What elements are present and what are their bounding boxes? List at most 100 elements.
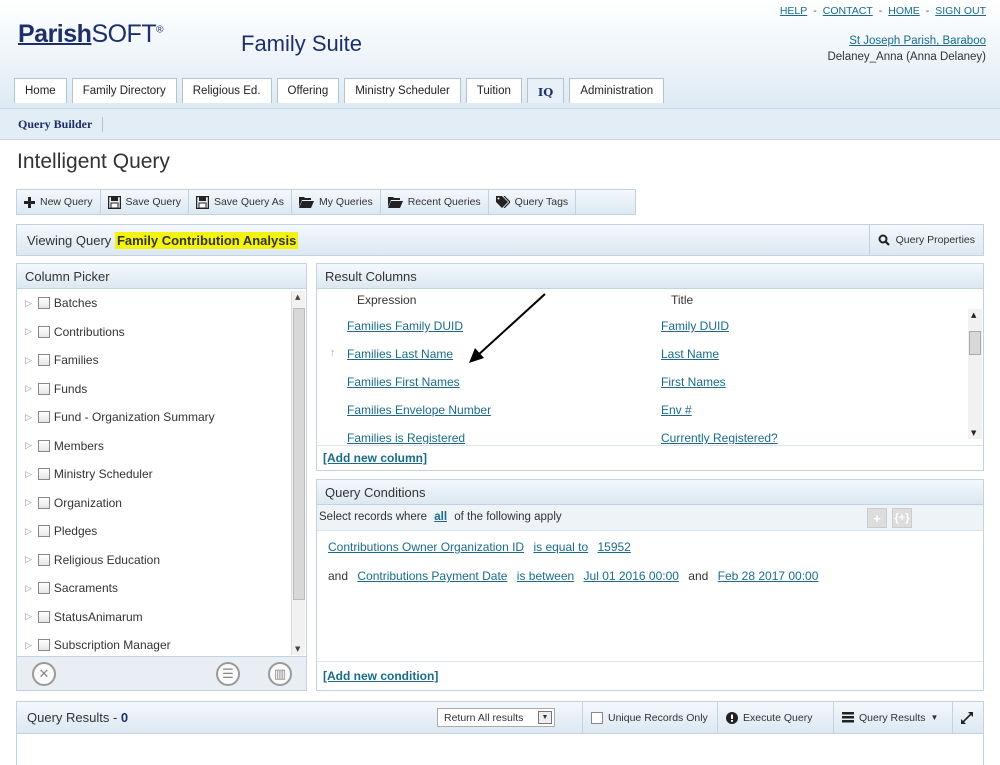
query-results-menu-button[interactable]: Query Results ▼ xyxy=(833,702,946,733)
picker-item-funds[interactable]: ▷ Funds xyxy=(17,375,289,404)
expand-triangle-icon[interactable]: ▷ xyxy=(25,526,32,537)
grid-circle-icon[interactable]: ▥ xyxy=(268,662,292,686)
column-picker-scrollbar[interactable]: ▲ ▼ xyxy=(291,291,305,655)
tab-offering[interactable]: Offering xyxy=(276,78,340,103)
save-query-button[interactable]: Save Query xyxy=(101,190,189,214)
tab-ministry-scheduler[interactable]: Ministry Scheduler xyxy=(344,78,461,103)
checkbox[interactable] xyxy=(591,711,603,724)
expand-triangle-icon[interactable]: ▷ xyxy=(25,497,32,508)
column-expression-link[interactable]: Families Family DUID xyxy=(347,319,463,333)
tab-home[interactable]: Home xyxy=(14,78,67,103)
query-properties-button[interactable]: Query Properties xyxy=(868,225,983,255)
picker-item-organization[interactable]: ▷ Organization xyxy=(17,489,289,518)
condition-field-link[interactable]: Contributions Owner Organization ID xyxy=(328,540,524,554)
return-results-select[interactable]: Return All results ▼ xyxy=(437,708,555,727)
expand-icon[interactable] xyxy=(952,702,981,733)
expand-triangle-icon[interactable]: ▷ xyxy=(25,583,32,594)
add-group-icon[interactable]: {+} xyxy=(892,508,912,528)
recent-queries-button[interactable]: Recent Queries xyxy=(381,190,489,214)
add-new-condition-link[interactable]: [Add new condition] xyxy=(323,669,438,683)
column-expression-link[interactable]: Families Envelope Number xyxy=(347,403,491,417)
expand-triangle-icon[interactable]: ▷ xyxy=(25,298,32,309)
all-any-toggle-link[interactable]: all xyxy=(434,511,447,523)
picker-checkbox[interactable] xyxy=(37,297,50,310)
scroll-up-arrow-icon[interactable]: ▲ xyxy=(295,293,300,301)
expand-triangle-icon[interactable]: ▷ xyxy=(25,611,32,622)
expand-triangle-icon[interactable]: ▷ xyxy=(25,554,32,565)
picker-checkbox[interactable] xyxy=(37,496,50,509)
scroll-up-arrow-icon[interactable]: ▲ xyxy=(971,311,976,319)
condition-value-link[interactable]: 15952 xyxy=(597,540,630,554)
column-title-link[interactable]: Family DUID xyxy=(661,319,729,333)
help-link[interactable]: HELP xyxy=(780,5,807,17)
expand-triangle-icon[interactable]: ▷ xyxy=(25,383,32,394)
picker-checkbox[interactable] xyxy=(37,639,50,652)
save-query-as-button[interactable]: Save Query As xyxy=(189,190,293,214)
expand-triangle-icon[interactable]: ▷ xyxy=(25,640,32,651)
home-link[interactable]: HOME xyxy=(888,5,920,17)
picker-checkbox[interactable] xyxy=(37,382,50,395)
my-queries-button[interactable]: My Queries xyxy=(292,190,381,214)
picker-item-religious-education[interactable]: ▷ Religious Education xyxy=(17,546,289,575)
dropdown-arrow-icon[interactable]: ▼ xyxy=(538,711,552,724)
query-builder-link[interactable]: Query Builder xyxy=(18,117,104,132)
list-circle-icon[interactable]: ☰ xyxy=(216,662,240,686)
condition-operator-link[interactable]: is equal to xyxy=(533,540,588,554)
picker-item-members[interactable]: ▷ Members xyxy=(17,432,289,461)
scroll-down-arrow-icon[interactable]: ▼ xyxy=(971,429,976,437)
tab-administration[interactable]: Administration xyxy=(569,78,665,103)
result-columns-scrollbar[interactable]: ▲ ▼ xyxy=(968,309,982,439)
picker-item-subscription-manager[interactable]: ▷ Subscription Manager xyxy=(17,631,289,655)
picker-item-statusanimarum[interactable]: ▷ StatusAnimarum xyxy=(17,603,289,632)
unique-records-checkbox[interactable]: Unique Records Only xyxy=(582,702,716,733)
picker-checkbox[interactable] xyxy=(37,439,50,452)
picker-item-batches[interactable]: ▷ Batches xyxy=(17,289,289,318)
picker-checkbox[interactable] xyxy=(37,411,50,424)
column-title-link[interactable]: Env # xyxy=(661,403,692,417)
add-new-column-link[interactable]: [Add new column] xyxy=(323,451,427,465)
picker-checkbox[interactable] xyxy=(37,525,50,538)
expand-triangle-icon[interactable]: ▷ xyxy=(25,326,32,337)
add-condition-plus-icon[interactable]: + xyxy=(867,508,887,528)
tab-iq[interactable]: IQ xyxy=(526,78,565,103)
picker-item-families[interactable]: ▷ Families xyxy=(17,346,289,375)
expand-triangle-icon[interactable]: ▷ xyxy=(25,440,32,451)
picker-item-contributions[interactable]: ▷ Contributions xyxy=(17,318,289,347)
expand-triangle-icon[interactable]: ▷ xyxy=(25,469,32,480)
new-query-button[interactable]: New Query xyxy=(17,190,101,214)
picker-checkbox[interactable] xyxy=(37,610,50,623)
column-expression-link[interactable]: Families Last Name xyxy=(347,347,453,361)
picker-checkbox[interactable] xyxy=(37,553,50,566)
scroll-down-arrow-icon[interactable]: ▼ xyxy=(295,645,300,653)
condition-value-link[interactable]: Jul 01 2016 00:00 xyxy=(584,569,679,583)
picker-item-sacraments[interactable]: ▷ Sacraments xyxy=(17,574,289,603)
picker-item-fund-organization-summary[interactable]: ▷ Fund - Organization Summary xyxy=(17,403,289,432)
sign-out-link[interactable]: SIGN OUT xyxy=(935,5,986,17)
column-title-link[interactable]: Last Name xyxy=(661,347,719,361)
contact-link[interactable]: CONTACT xyxy=(823,5,873,17)
clear-circle-icon[interactable]: ✕ xyxy=(32,662,56,686)
query-tags-button[interactable]: Query Tags xyxy=(489,190,577,214)
picker-item-pledges[interactable]: ▷ Pledges xyxy=(17,517,289,546)
execute-query-button[interactable]: Execute Query xyxy=(717,702,820,733)
tab-family-directory[interactable]: Family Directory xyxy=(71,78,177,103)
scrollbar-thumb[interactable] xyxy=(293,308,305,600)
expand-triangle-icon[interactable]: ▷ xyxy=(25,412,32,423)
picker-checkbox[interactable] xyxy=(37,468,50,481)
parishsoft-logo[interactable]: ParishSOFT® xyxy=(18,20,163,49)
condition-operator-link[interactable]: is between xyxy=(517,569,574,583)
tab-religious-ed[interactable]: Religious Ed. xyxy=(181,78,272,103)
picker-checkbox[interactable] xyxy=(37,582,50,595)
expand-triangle-icon[interactable]: ▷ xyxy=(25,355,32,366)
parish-link[interactable]: St Joseph Parish, Baraboo xyxy=(849,35,986,47)
condition-value-link[interactable]: Feb 28 2017 00:00 xyxy=(718,569,819,583)
column-expression-link[interactable]: Families is Registered xyxy=(347,431,465,444)
sort-up-arrow-icon[interactable]: ↑ xyxy=(330,347,336,359)
picker-item-ministry-scheduler[interactable]: ▷ Ministry Scheduler xyxy=(17,460,289,489)
column-title-link[interactable]: Currently Registered? xyxy=(661,431,778,444)
column-expression-link[interactable]: Families First Names xyxy=(347,375,460,389)
tab-tuition[interactable]: Tuition xyxy=(465,78,522,103)
picker-checkbox[interactable] xyxy=(37,354,50,367)
picker-checkbox[interactable] xyxy=(37,325,50,338)
column-title-link[interactable]: First Names xyxy=(661,375,726,389)
